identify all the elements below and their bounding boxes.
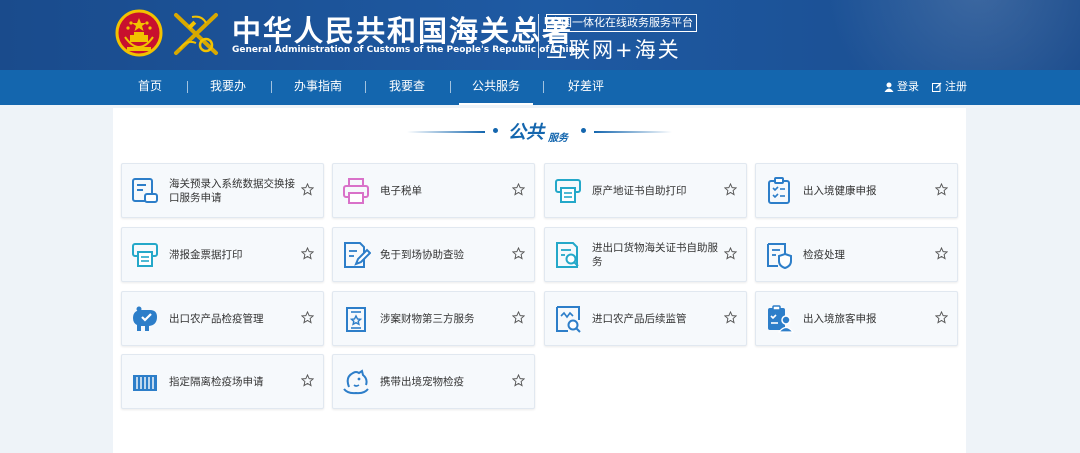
service-card[interactable]: 涉案财物第三方服务 — [332, 291, 535, 346]
service-label: 进口农产品后续监管 — [592, 312, 687, 325]
service-card[interactable]: 出入境健康申报 — [755, 163, 958, 218]
star-icon[interactable] — [935, 183, 948, 196]
service-card[interactable]: 免于到场协助查验 — [332, 227, 535, 282]
title-dot-right — [581, 128, 586, 133]
document-edit-icon — [344, 242, 371, 268]
section-title: 公共 — [508, 122, 544, 143]
star-icon[interactable] — [301, 311, 314, 324]
traveler-clipboard-icon — [768, 305, 794, 333]
service-card[interactable]: 检疫处理 — [755, 227, 958, 282]
service-label: 携带出境宠物检疫 — [380, 375, 464, 388]
star-icon[interactable] — [512, 247, 525, 260]
data-exchange-icon — [132, 178, 158, 203]
service-label: 进出口货物海关证书自助服务 — [592, 241, 718, 268]
star-icon[interactable] — [724, 183, 737, 196]
register-link[interactable]: 注册 — [932, 70, 967, 105]
nav-separator — [365, 81, 366, 93]
service-card[interactable]: 原产地证书自助打印 — [544, 163, 747, 218]
user-icon — [884, 82, 894, 92]
service-card[interactable]: 滞报金票据打印 — [121, 227, 324, 282]
title-line-right — [594, 131, 672, 133]
document-search-icon — [556, 242, 579, 268]
nav-item-guide[interactable]: 办事指南 — [294, 70, 342, 105]
star-icon[interactable] — [512, 311, 525, 324]
customs-logo-icon — [174, 13, 218, 55]
site-header: 中华人民共和国海关总署 General Administration of Cu… — [0, 0, 1080, 70]
service-label: 原产地证书自助打印 — [592, 184, 687, 197]
nav-item-rating[interactable]: 好差评 — [568, 70, 604, 105]
monitor-search-icon — [556, 306, 581, 333]
service-label: 海关预录入系统数据交换接口服务申请 — [169, 177, 295, 204]
printer-icon — [343, 178, 369, 204]
container-icon — [133, 375, 157, 391]
shield-document-icon — [767, 243, 792, 270]
main-nav: 首页 我要办 办事指南 我要查 公共服务 好差评 登录 注册 — [0, 70, 1080, 105]
login-link[interactable]: 登录 — [884, 70, 919, 105]
star-icon[interactable] — [301, 183, 314, 196]
checklist-icon — [768, 177, 790, 204]
service-card[interactable]: 指定隔离检疫场申请 — [121, 354, 324, 409]
service-card[interactable]: 进出口货物海关证书自助服务 — [544, 227, 747, 282]
nav-separator — [271, 81, 272, 93]
edit-icon — [932, 82, 942, 92]
nav-item-public-service[interactable]: 公共服务 — [459, 70, 533, 105]
service-label: 检疫处理 — [803, 248, 845, 261]
service-label: 出入境健康申报 — [803, 184, 877, 197]
pet-icon — [343, 369, 369, 395]
service-label: 免于到场协助查验 — [380, 248, 464, 261]
star-icon[interactable] — [724, 247, 737, 260]
org-name-cn: 中华人民共和国海关总署 — [232, 14, 574, 48]
nav-item-home[interactable]: 首页 — [138, 70, 162, 105]
section-subtitle: 服务 — [548, 133, 568, 144]
header-divider — [538, 14, 539, 58]
star-icon[interactable] — [512, 183, 525, 196]
animal-check-icon — [133, 306, 157, 331]
star-icon[interactable] — [935, 247, 948, 260]
star-icon[interactable] — [512, 374, 525, 387]
title-dot-left — [493, 128, 498, 133]
service-label: 涉案财物第三方服务 — [380, 312, 475, 325]
platform-tag: 全国一体化在线政务服务平台 — [546, 14, 697, 32]
header-decoration — [740, 0, 1080, 70]
printer-icon — [132, 243, 158, 267]
star-icon[interactable] — [935, 311, 948, 324]
service-label: 指定隔离检疫场申请 — [169, 375, 264, 388]
register-label: 注册 — [945, 80, 967, 93]
certificate-icon — [346, 307, 366, 332]
star-icon[interactable] — [301, 247, 314, 260]
nav-separator — [450, 81, 451, 93]
platform-name: 互联网+海关 — [546, 38, 681, 62]
nav-separator — [187, 81, 188, 93]
nav-separator — [543, 81, 544, 93]
service-card[interactable]: 出口农产品检疫管理 — [121, 291, 324, 346]
service-card[interactable]: 电子税单 — [332, 163, 535, 218]
star-icon[interactable] — [301, 374, 314, 387]
service-label: 滞报金票据打印 — [169, 248, 243, 261]
title-line-left — [407, 131, 485, 133]
star-icon[interactable] — [724, 311, 737, 324]
service-label: 出入境旅客申报 — [803, 312, 877, 325]
service-card[interactable]: 出入境旅客申报 — [755, 291, 958, 346]
service-card[interactable]: 进口农产品后续监管 — [544, 291, 747, 346]
service-label: 出口农产品检疫管理 — [169, 312, 264, 325]
national-emblem-icon — [115, 9, 163, 57]
org-name-en: General Administration of Customs of the… — [232, 45, 582, 55]
login-label: 登录 — [897, 80, 919, 93]
printer-icon — [555, 179, 581, 203]
nav-item-apply[interactable]: 我要办 — [210, 70, 246, 105]
service-label: 电子税单 — [380, 184, 422, 197]
nav-item-query[interactable]: 我要查 — [389, 70, 425, 105]
service-card[interactable]: 携带出境宠物检疫 — [332, 354, 535, 409]
service-card[interactable]: 海关预录入系统数据交换接口服务申请 — [121, 163, 324, 218]
